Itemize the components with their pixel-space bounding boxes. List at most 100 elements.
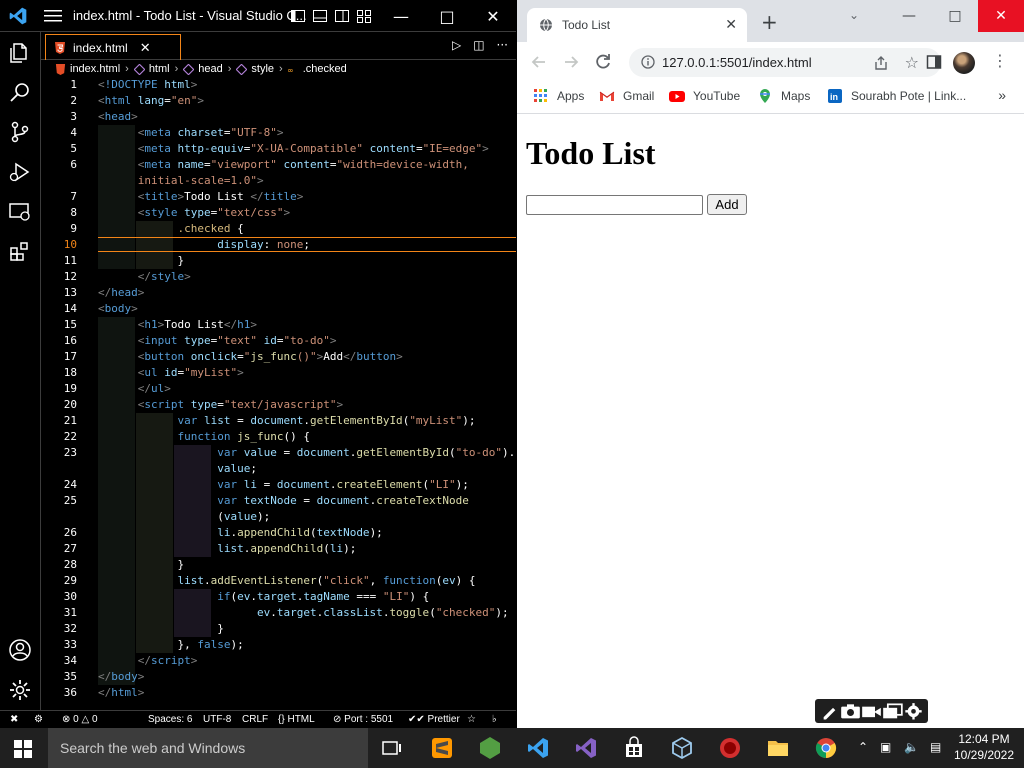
toggle-secondary-sidebar-icon[interactable]: [334, 8, 350, 24]
video-icon[interactable]: [861, 702, 882, 721]
tab-search-chevron-down-icon[interactable]: ⌄: [849, 8, 859, 22]
element-icon: [133, 63, 145, 75]
pen-icon[interactable]: [819, 702, 840, 721]
menu-icon[interactable]: [44, 8, 62, 24]
eol-status[interactable]: CRLF: [242, 714, 268, 725]
profile-avatar[interactable]: [953, 52, 975, 74]
line-number: 18: [63, 366, 77, 379]
element-icon: [183, 63, 195, 75]
settings-gear-icon[interactable]: [8, 678, 32, 702]
language-mode[interactable]: {} HTML: [278, 714, 315, 725]
minimize-button[interactable]: —: [378, 0, 424, 32]
breadcrumb-selector[interactable]: .checked: [303, 63, 347, 75]
taskbar-clock[interactable]: 12:04 PM 10/29/2022: [952, 731, 1016, 763]
status-bar: ✖ ⚙ ⊗ 0 △ 0 Spaces: 6 UTF-8 CRLF {} HTML…: [0, 710, 516, 728]
linkedin-icon: in: [828, 89, 842, 103]
tab-index-html[interactable]: index.html ✕: [45, 34, 181, 60]
visual-studio-icon[interactable]: [574, 736, 598, 760]
nodejs-icon[interactable]: [478, 736, 502, 760]
chrome-minimize-button[interactable]: —: [886, 0, 932, 32]
site-info-icon[interactable]: [641, 55, 655, 69]
microsoft-store-icon[interactable]: [622, 736, 646, 760]
bookmark-youtube[interactable]: YouTube: [669, 88, 740, 104]
indentation-status[interactable]: Spaces: 6: [148, 714, 192, 725]
search-icon[interactable]: [8, 80, 32, 104]
reload-icon[interactable]: [593, 52, 613, 72]
run-debug-icon[interactable]: [8, 160, 32, 184]
windows-start-icon[interactable]: [14, 740, 32, 758]
explorer-icon[interactable]: [8, 40, 32, 64]
more-actions-icon[interactable]: ···: [497, 38, 508, 52]
feedback-icon[interactable]: ☆: [467, 714, 476, 725]
sublime-text-icon[interactable]: [430, 736, 454, 760]
file-explorer-icon[interactable]: [766, 736, 790, 760]
breadcrumb-style[interactable]: style: [251, 63, 274, 75]
accounts-icon[interactable]: [8, 638, 32, 662]
bookmarks-overflow-chevron-icon[interactable]: »: [998, 87, 1006, 103]
volume-icon[interactable]: 🔈: [904, 740, 920, 756]
vscode-taskbar-icon[interactable]: [526, 736, 550, 760]
code-editor[interactable]: 1 <!DOCTYPE html> 2 <html lang="en"> 3 <hea…: [41, 77, 516, 710]
live-share-icon[interactable]: ⚙: [34, 714, 43, 725]
chrome-close-button[interactable]: ✕: [978, 0, 1024, 32]
notifications-bell-icon[interactable]: ♭: [492, 714, 497, 725]
code-line: 12 </style>: [41, 269, 516, 285]
tab-close-icon[interactable]: ✕: [725, 16, 737, 33]
code-line: 28 }: [41, 557, 516, 573]
chrome-taskbar-icon[interactable]: [814, 736, 838, 760]
chrome-maximize-button[interactable]: □: [932, 0, 978, 32]
tab-close-icon[interactable]: ✕: [140, 40, 151, 56]
chrome-menu-kebab-icon[interactable]: ⋮: [992, 51, 1008, 70]
todo-input[interactable]: [526, 195, 703, 215]
source-control-icon[interactable]: [8, 120, 32, 144]
share-icon[interactable]: [873, 55, 889, 71]
encoding-status[interactable]: UTF-8: [203, 714, 231, 725]
taskbar-search-box[interactable]: Search the web and Windows: [48, 728, 368, 768]
bookmark-linkedin[interactable]: in Sourabh Pote | Link...: [827, 88, 966, 104]
run-icon[interactable]: ▷: [452, 38, 461, 52]
breadcrumb-html[interactable]: html: [149, 63, 170, 75]
camera-icon[interactable]: [840, 702, 861, 721]
tab-label: index.html: [73, 40, 128, 55]
show-hidden-icons-chevron-up-icon[interactable]: ⌃: [858, 740, 874, 756]
screen-recorder-icon[interactable]: [718, 736, 742, 760]
action-center-icon[interactable]: ▤: [930, 740, 946, 756]
new-tab-button[interactable]: +: [761, 12, 778, 32]
extensions-icon[interactable]: [8, 240, 32, 264]
back-arrow-icon[interactable]: [529, 52, 549, 72]
code-line: 31 ev.target.classList.toggle("checked")…: [41, 605, 516, 621]
virtualbox-icon[interactable]: [670, 736, 694, 760]
bookmark-star-icon[interactable]: ☆: [905, 53, 919, 72]
editor-actions: ▷ ◫ ···: [452, 38, 508, 52]
split-editor-icon[interactable]: ◫: [473, 38, 484, 52]
window-capture-icon[interactable]: [882, 702, 903, 721]
bookmark-gmail[interactable]: Gmail: [599, 88, 654, 104]
code-text: .checked {: [177, 222, 244, 235]
customize-layout-icon[interactable]: [356, 8, 372, 24]
problems-indicator[interactable]: ⊗ 0 △ 0: [62, 714, 98, 725]
settings-gear-icon[interactable]: [903, 702, 924, 721]
live-server-port[interactable]: ⊘ Port : 5501: [333, 714, 393, 725]
task-view-icon[interactable]: [380, 736, 404, 760]
address-bar[interactable]: 127.0.0.1:5501/index.html ☆: [629, 48, 941, 77]
add-button[interactable]: Add: [707, 194, 747, 215]
remote-icon[interactable]: ✖: [10, 714, 18, 725]
warning-count: 0: [91, 714, 98, 725]
bookmark-maps[interactable]: Maps: [757, 88, 810, 104]
bookmark-apps[interactable]: Apps: [533, 88, 584, 104]
forward-arrow-icon[interactable]: [561, 52, 581, 72]
toggle-panel-icon[interactable]: [312, 8, 328, 24]
code-text: <head>: [98, 110, 138, 123]
maximize-button[interactable]: □: [424, 0, 470, 32]
close-button[interactable]: ✕: [470, 0, 516, 32]
remote-explorer-icon[interactable]: [8, 200, 32, 224]
prettier-status[interactable]: ✔✔ Prettier: [408, 714, 460, 725]
breadcrumb-head[interactable]: head: [198, 63, 222, 75]
side-panel-icon[interactable]: [926, 54, 942, 70]
browser-tab-todo-list[interactable]: Todo List ✕: [527, 8, 747, 42]
network-icon[interactable]: ▣: [880, 740, 896, 756]
line-number: 29: [63, 574, 77, 587]
breadcrumb-file[interactable]: index.html: [70, 63, 120, 75]
toggle-primary-sidebar-icon[interactable]: [290, 8, 306, 24]
clock-time: 12:04 PM: [958, 732, 1010, 746]
